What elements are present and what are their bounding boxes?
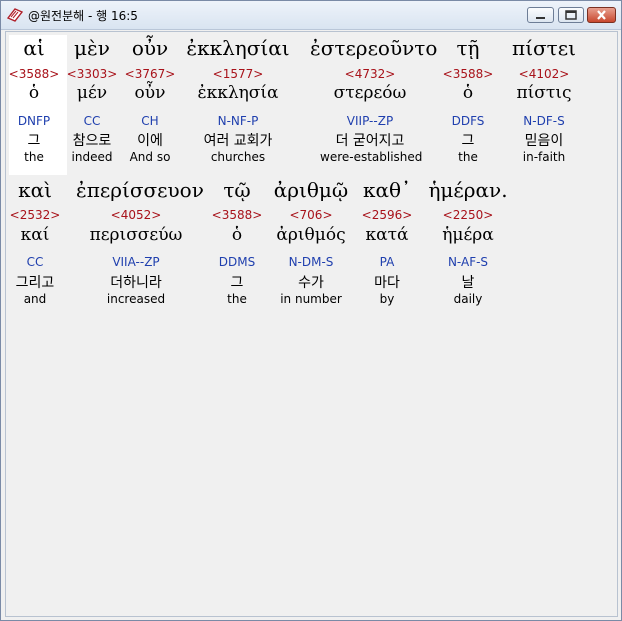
strong-number[interactable]: <4052> — [96, 208, 176, 222]
parsing-code[interactable]: DDFS — [428, 114, 508, 128]
title-bar[interactable]: @원전분해 - 행 16:5 — [1, 1, 621, 30]
greek-word: ἡμέραν. — [428, 178, 508, 202]
strong-number[interactable]: <2532> — [0, 208, 75, 222]
minimize-button[interactable] — [527, 7, 554, 23]
parsing-code[interactable]: PA — [347, 255, 427, 269]
lemma: ἐκκλησία — [197, 83, 279, 103]
english-gloss: And so — [129, 150, 171, 164]
english-gloss: were-established — [320, 150, 423, 164]
korean-gloss: 그리고 — [15, 275, 55, 291]
korean-gloss: 여러 교회가 — [203, 133, 273, 149]
strong-number[interactable]: <706> — [271, 208, 351, 222]
parsing-code[interactable]: CC — [0, 255, 75, 269]
strong-number[interactable]: <2250> — [428, 208, 508, 222]
strong-number[interactable]: <3588> — [428, 67, 508, 81]
parsing-code[interactable]: N-AF-S — [428, 255, 508, 269]
close-icon — [597, 10, 606, 20]
korean-gloss: 믿음이 — [524, 133, 564, 149]
greek-word: πίστει — [512, 36, 576, 60]
strong-number[interactable]: <4732> — [330, 67, 410, 81]
strong-number[interactable]: <3588> — [197, 208, 277, 222]
english-gloss: increased — [106, 292, 166, 306]
korean-gloss: 이에 — [137, 133, 163, 149]
english-gloss: churches — [210, 150, 266, 164]
english-gloss: in-faith — [522, 150, 566, 164]
minimize-icon — [536, 17, 545, 19]
close-button[interactable] — [587, 7, 616, 23]
greek-word: ἐκκλησίαι — [186, 36, 290, 60]
parsing-code[interactable]: N-DM-S — [271, 255, 351, 269]
parsing-code[interactable]: DDMS — [197, 255, 277, 269]
parsing-code[interactable]: VIIP--ZP — [330, 114, 410, 128]
strong-number[interactable]: <2596> — [347, 208, 427, 222]
interlinear-view: αἱ <3588> ὁ DNFP 그 the μὲν <3303> μέν CC 참으로 indeed… — [5, 31, 618, 617]
app-window: @원전분해 - 행 16:5 αἱ <3588> ὁ DNFP 그 the μὲν <3303… — [0, 0, 622, 621]
parsing-code[interactable]: VIIA--ZP — [96, 255, 176, 269]
strong-number[interactable]: <4102> — [504, 67, 584, 81]
lemma: πίστις — [516, 83, 572, 103]
bible-book-icon — [6, 8, 24, 22]
korean-gloss: 더 굳어지고 — [335, 133, 405, 149]
lemma: ἡμέρα — [442, 225, 494, 245]
parsing-code[interactable]: N-NF-P — [198, 114, 278, 128]
maximize-icon — [565, 10, 577, 20]
window-title: @원전분해 - 행 16:5 — [28, 9, 138, 23]
maximize-button[interactable] — [558, 7, 584, 23]
english-gloss: daily — [453, 292, 483, 306]
korean-gloss: 날 — [461, 275, 475, 291]
korean-gloss: 더하니라 — [110, 275, 162, 291]
strong-number[interactable]: <1577> — [198, 67, 278, 81]
parsing-code[interactable]: CH — [110, 114, 190, 128]
parsing-code[interactable]: N-DF-S — [504, 114, 584, 128]
english-gloss: and — [23, 292, 47, 306]
strong-number[interactable]: <3767> — [110, 67, 190, 81]
